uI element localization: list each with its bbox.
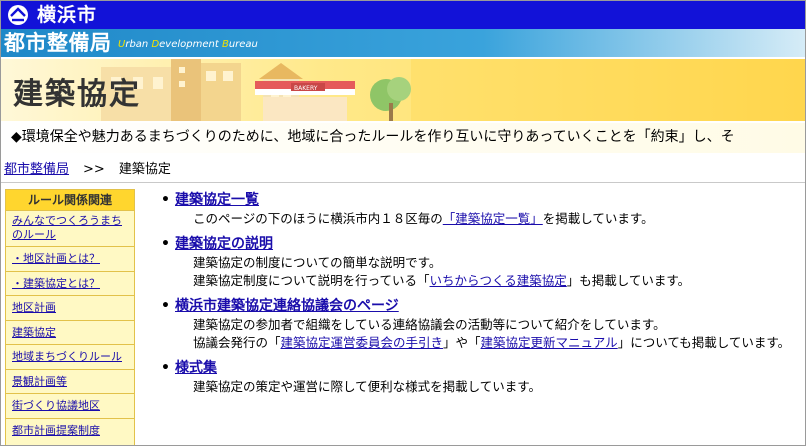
- page-banner: BAKERY 建築協定: [1, 59, 805, 121]
- page-title: 建築協定: [13, 77, 141, 112]
- yokohama-city-emblem-icon[interactable]: [7, 4, 29, 26]
- sidebar-item-building-agreement[interactable]: 建築協定: [6, 319, 134, 344]
- section-title: 建築協定一覧: [161, 190, 801, 210]
- breadcrumb-current: 建築協定: [118, 162, 171, 177]
- sidebar-item-landscape-plan[interactable]: 景観計画等: [6, 368, 134, 393]
- section-line: 建築協定制度について説明を行っている「いちからつくる建築協定」も掲載しています。: [193, 273, 691, 288]
- section-title: 様式集: [161, 358, 801, 378]
- page-frame: 横浜市 都市整備局 Urban Development Bureau BAKER…: [0, 0, 806, 446]
- section-body: 建築協定の策定や運営に際して便利な様式を掲載しています。: [161, 378, 801, 396]
- section-line: 建築協定の制度についての簡単な説明です。: [193, 255, 442, 270]
- ichikara-agreement-link[interactable]: いちからつくる建築協定: [430, 273, 567, 288]
- bureau-header-bar: 都市整備局 Urban Development Bureau: [1, 29, 805, 57]
- lead-text: ◆環境保全や魅力あるまちづくりのために、地域に合ったルールを作り互いに守りあって…: [11, 129, 735, 145]
- breadcrumb: 都市整備局 >> 建築協定: [4, 160, 171, 180]
- sidebar-item-consultation-district[interactable]: 街づくり協議地区: [6, 393, 134, 418]
- agreement-list-inline-link[interactable]: 「建築協定一覧」: [443, 211, 543, 226]
- section-title: 横浜市建築協定連絡協議会のページ: [161, 296, 801, 316]
- breadcrumb-home-link[interactable]: 都市整備局: [4, 162, 69, 177]
- sidebar-heading: ルール関係関連: [6, 190, 134, 210]
- section-agreement-list-link[interactable]: 建築協定一覧: [175, 192, 259, 208]
- section-council-page: 横浜市建築協定連絡協議会のページ 建築協定の参加者で組織をしている連絡協議会の活…: [161, 296, 801, 352]
- section-line: 建築協定の参加者で組織をしている連絡協議会の活動等について紹介をしています。: [193, 317, 666, 332]
- city-name[interactable]: 横浜市: [37, 3, 97, 27]
- section-agreement-explanation: 建築協定の説明 建築協定の制度についての簡単な説明です。 建築協定制度について説…: [161, 234, 801, 290]
- bureau-english-name: Urban Development Bureau: [118, 39, 258, 50]
- breadcrumb-divider: [1, 182, 805, 183]
- section-forms: 様式集 建築協定の策定や運営に際して便利な様式を掲載しています。: [161, 358, 801, 396]
- section-agreement-list: 建築協定一覧 このページの下のほうに横浜市内１８区毎の「建築協定一覧」を掲載して…: [161, 190, 801, 228]
- section-body: 建築協定の制度についての簡単な説明です。 建築協定制度について説明を行っている「…: [161, 254, 801, 290]
- city-header-bar: 横浜市: [1, 1, 805, 29]
- bureau-name[interactable]: 都市整備局: [4, 30, 112, 56]
- sidebar-item-district-plan[interactable]: 地区計画: [6, 295, 134, 320]
- sidebar-item-local-rules[interactable]: 地域まちづくりルール: [6, 344, 134, 369]
- sidebar-item-district-plan-about[interactable]: ・地区計画とは？: [6, 246, 134, 271]
- section-body: 建築協定の参加者で組織をしている連絡協議会の活動等について紹介をしています。 協…: [161, 316, 801, 352]
- section-line: 協議会発行の「建築協定運営委員会の手引き」や「建築協定更新マニュアル」についても…: [193, 335, 791, 350]
- section-explanation-link[interactable]: 建築協定の説明: [175, 236, 273, 252]
- section-body: このページの下のほうに横浜市内１８区毎の「建築協定一覧」を掲載しています。: [161, 210, 801, 228]
- renewal-manual-link[interactable]: 建築協定更新マニュアル: [481, 335, 618, 350]
- breadcrumb-separator: >>: [83, 162, 105, 177]
- main-content: 建築協定一覧 このページの下のほうに横浜市内１８区毎の「建築協定一覧」を掲載して…: [161, 190, 801, 402]
- section-forms-link[interactable]: 様式集: [175, 360, 217, 376]
- bakery-sign-text: BAKERY: [294, 85, 318, 92]
- sidebar-item-proposal-system[interactable]: 都市計画提案制度: [6, 417, 134, 442]
- section-line: 建築協定の策定や運営に際して便利な様式を掲載しています。: [193, 379, 542, 394]
- committee-guide-link[interactable]: 建築協定運営委員会の手引き: [281, 335, 444, 350]
- section-line: このページの下のほうに横浜市内１８区毎の「建築協定一覧」を掲載しています。: [193, 211, 654, 226]
- section-council-link[interactable]: 横浜市建築協定連絡協議会のページ: [175, 298, 399, 314]
- sidebar-nav: ルール関係関連 みんなでつくろうまちのルール ・地区計画とは？ ・建築協定とは？…: [5, 189, 135, 445]
- section-title: 建築協定の説明: [161, 234, 801, 254]
- sidebar-item-community-rules[interactable]: みんなでつくろうまちのルール: [6, 210, 134, 246]
- sidebar-item-building-agreement-about[interactable]: ・建築協定とは？: [6, 270, 134, 295]
